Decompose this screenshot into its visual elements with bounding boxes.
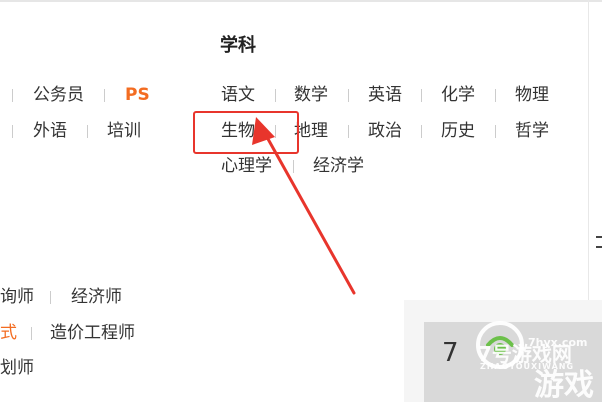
subject-link-economics[interactable]: 经济学 <box>313 155 364 177</box>
subject-link-chemistry[interactable]: 化学 <box>441 84 475 106</box>
edge-mark <box>596 246 602 248</box>
category-link-civil-servant[interactable]: 公务员 <box>33 84 84 106</box>
separator <box>104 89 105 102</box>
separator <box>421 89 422 102</box>
category-link-planner-partial[interactable]: 划师 <box>0 357 34 379</box>
category-link-consultant-partial[interactable]: 询师 <box>0 286 34 308</box>
category-link-ps[interactable]: PS <box>125 84 150 106</box>
category-link-cost-engineer[interactable]: 造价工程师 <box>50 322 135 344</box>
subject-link-physics[interactable]: 物理 <box>515 84 549 106</box>
subject-section-title: 学科 <box>220 35 256 56</box>
separator <box>495 125 496 138</box>
category-link-exam-partial[interactable]: 式 <box>0 322 17 344</box>
watermark-line3: 游戏 <box>534 368 594 403</box>
ad-digit: 7 <box>442 338 459 368</box>
subject-link-psychology[interactable]: 心理学 <box>221 155 272 177</box>
separator <box>348 125 349 138</box>
category-link-economist[interactable]: 经济师 <box>71 286 122 308</box>
top-border <box>0 0 602 2</box>
separator <box>293 160 294 173</box>
separator <box>12 89 13 102</box>
subject-link-english[interactable]: 英语 <box>368 84 402 106</box>
right-border <box>588 0 589 300</box>
edge-mark <box>596 236 602 238</box>
highlight-box <box>193 111 299 154</box>
separator <box>421 125 422 138</box>
separator <box>50 291 51 304</box>
subject-link-politics[interactable]: 政治 <box>368 120 402 142</box>
category-link-training[interactable]: 培训 <box>107 120 141 142</box>
subject-link-math[interactable]: 数学 <box>294 84 328 106</box>
separator <box>348 89 349 102</box>
separator <box>275 89 276 102</box>
separator <box>87 125 88 138</box>
subject-link-geography[interactable]: 地理 <box>294 120 328 142</box>
subject-link-chinese[interactable]: 语文 <box>221 84 255 106</box>
subject-link-philosophy[interactable]: 哲学 <box>515 120 549 142</box>
separator <box>495 89 496 102</box>
separator <box>31 327 32 340</box>
separator <box>12 125 13 138</box>
subject-link-history[interactable]: 历史 <box>441 120 475 142</box>
category-link-foreign-language[interactable]: 外语 <box>33 120 67 142</box>
